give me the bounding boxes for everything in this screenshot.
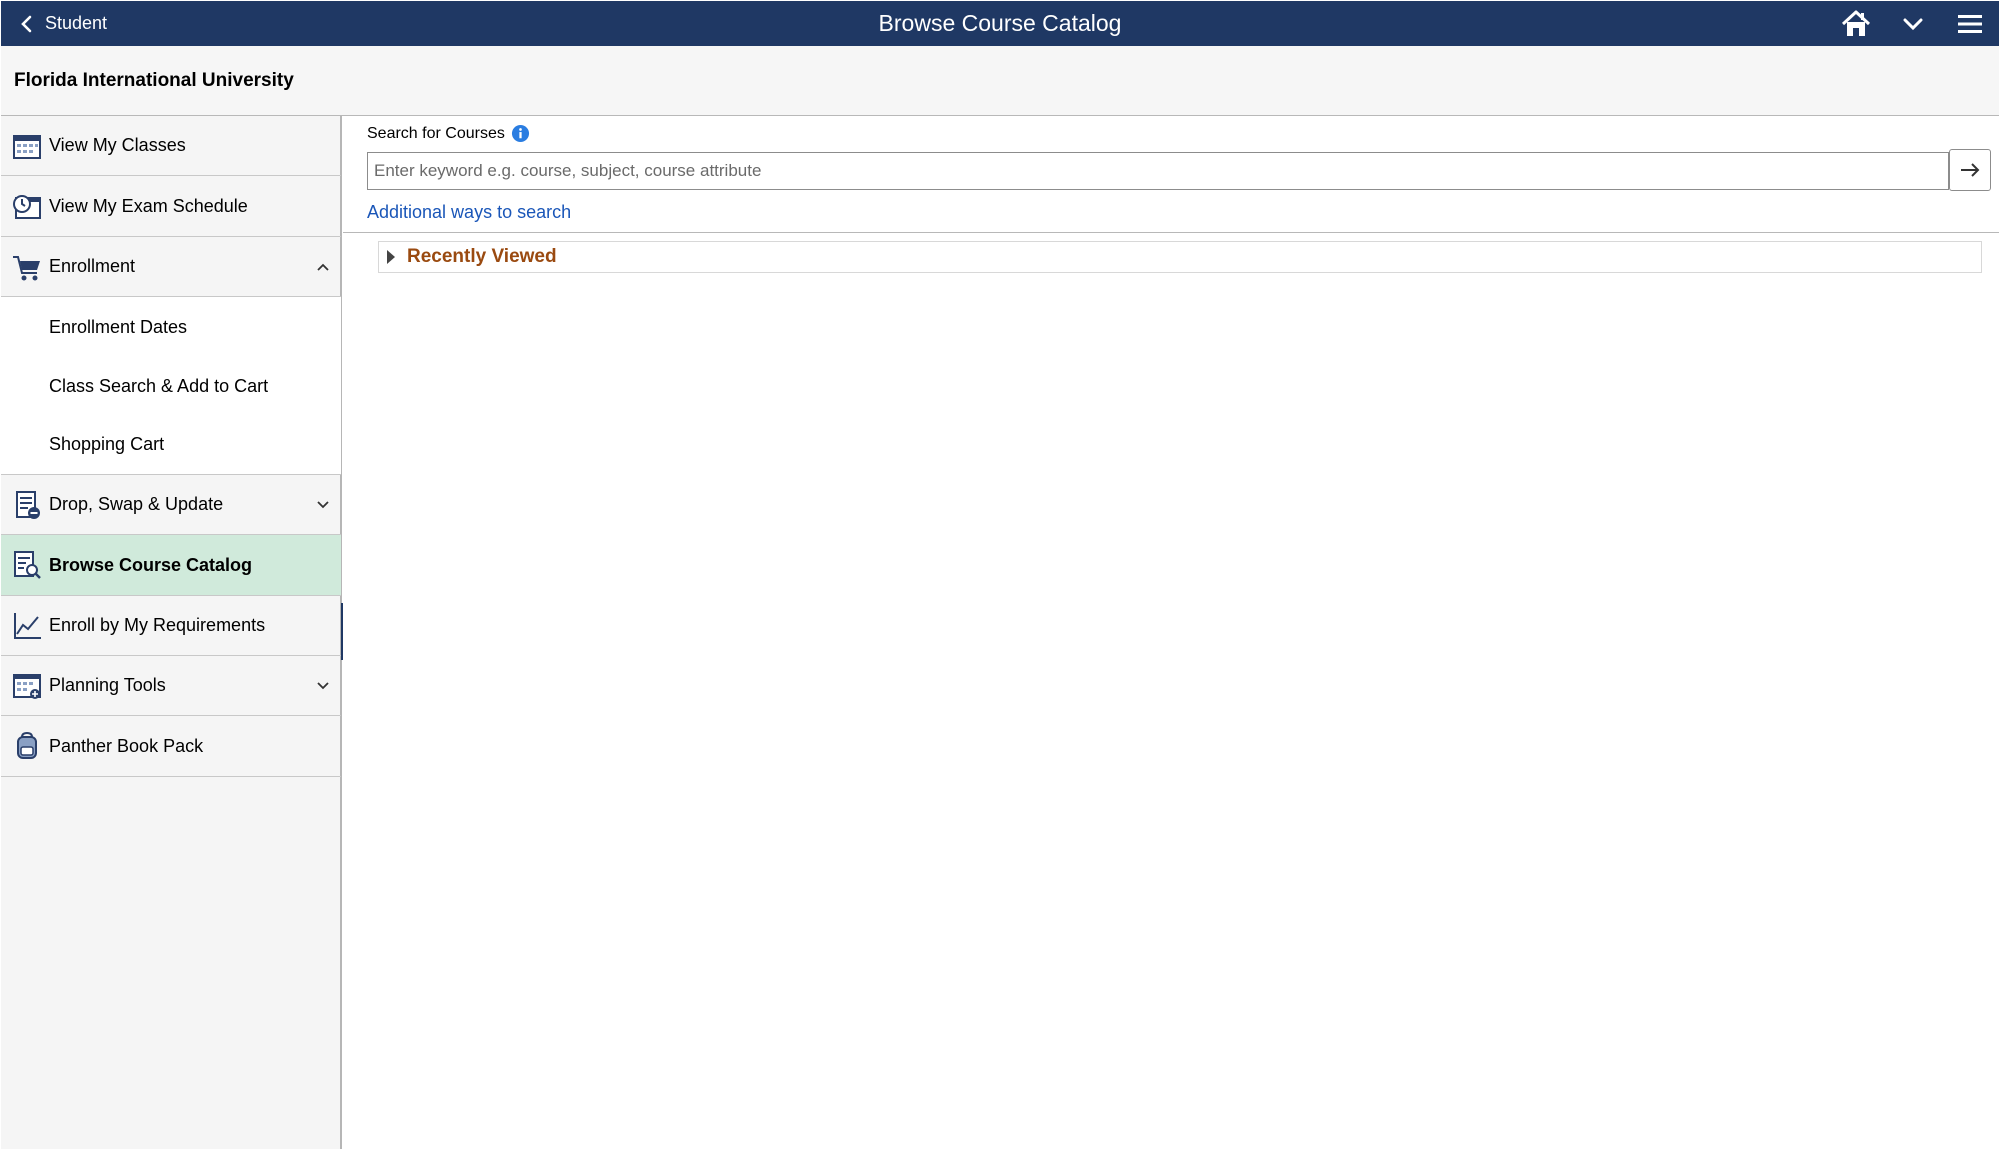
sidebar-item-panther-book-pack[interactable]: Panther Book Pack [1,716,341,777]
recently-viewed-section[interactable]: Recently Viewed [378,241,1982,273]
main-content: Search for Courses Additional ways to se… [343,116,1999,1149]
sidebar-item-view-my-exam-schedule[interactable]: View My Exam Schedule [1,176,341,237]
home-icon[interactable] [1840,8,1872,40]
catalog-search-icon [11,549,43,581]
sidebar-item-enrollment-dates[interactable]: Enrollment Dates [1,297,341,357]
sidebar-item-view-my-classes[interactable]: View My Classes [1,116,341,176]
shopping-cart-icon [11,251,43,283]
sidebar-item-label: Enroll by My Requirements [49,615,266,635]
expand-triangle-icon [387,250,395,264]
institution-bar: Florida International University [1,46,1999,116]
line-chart-icon [11,610,43,642]
chevron-up-icon [317,263,329,271]
sidebar-item-label: Panther Book Pack [49,735,204,756]
sidebar-item-browse-course-catalog[interactable]: Browse Course Catalog [1,535,341,596]
clock-calendar-icon [11,190,43,222]
section-divider [343,232,1999,233]
sidebar-item-label: Class Search & Add to Cart [49,375,269,396]
sidebar-item-class-search-add-to-cart[interactable]: Class Search & Add to Cart [1,357,341,415]
sidebar-item-label: Planning Tools [49,675,166,695]
chevron-down-icon[interactable] [1897,8,1929,40]
chevron-down-icon [317,500,329,508]
sidebar-item-planning-tools[interactable]: Planning Tools [1,656,341,716]
sidebar-item-label: Enrollment [49,256,136,276]
recently-viewed-title: Recently Viewed [407,246,557,267]
backpack-icon [11,730,43,762]
sidebar-item-label: Browse Course Catalog [49,554,253,575]
search-label: Search for Courses [367,124,530,143]
info-icon[interactable] [511,124,530,143]
sidebar-item-label: Drop, Swap & Update [49,494,224,514]
top-bar: Student Browse Course Catalog [1,1,1999,46]
planner-icon [11,670,43,702]
sidebar-nav: View My Classes View My Exam Schedule En… [1,116,342,1149]
arrow-right-icon [1961,163,1980,177]
chevron-left-icon [21,15,32,32]
sidebar-item-enroll-by-my-requirements[interactable]: Enroll by My Requirements [1,596,341,656]
page-title: Browse Course Catalog [878,10,1122,36]
sidebar-item-enrollment[interactable]: Enrollment [1,237,341,297]
search-label-text: Search for Courses [367,124,505,142]
search-submit-button[interactable] [1949,149,1991,191]
chevron-down-icon [317,681,329,689]
calendar-icon [11,130,43,162]
sidebar-item-label: Shopping Cart [49,434,165,454]
sidebar-item-label: Enrollment Dates [49,316,188,337]
sidebar-item-shopping-cart[interactable]: Shopping Cart [1,415,341,475]
sidebar-item-label: View My Exam Schedule [49,195,248,216]
sidebar-item-drop-swap-update[interactable]: Drop, Swap & Update [1,475,341,535]
additional-ways-to-search-link[interactable]: Additional ways to search [367,202,571,223]
sidebar-item-label: View My Classes [49,135,186,155]
document-minus-icon [11,489,43,521]
hamburger-menu-icon[interactable] [1954,8,1986,40]
back-button[interactable]: Student [19,1,107,46]
back-button-label: Student [45,13,108,33]
institution-name: Florida International University [14,70,294,91]
search-input[interactable] [367,152,1949,190]
